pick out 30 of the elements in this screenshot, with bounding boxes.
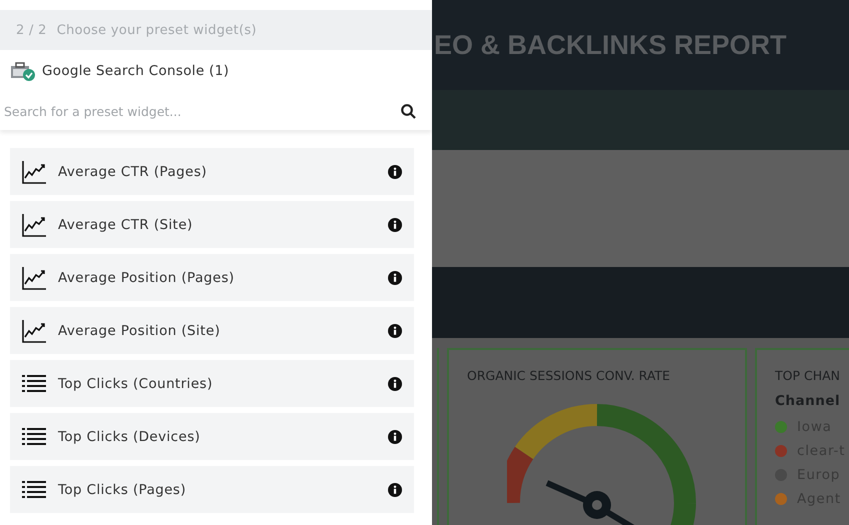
info-icon[interactable] xyxy=(388,482,402,496)
widget-item[interactable]: Average Position (Pages) xyxy=(10,254,414,301)
line-chart-icon xyxy=(22,318,46,342)
widget-item[interactable]: Average CTR (Pages) xyxy=(10,148,414,195)
search-icon[interactable] xyxy=(401,104,416,118)
legend-title: Channel xyxy=(775,393,842,409)
widget-item[interactable]: Top Clicks (Devices) xyxy=(10,413,414,460)
source-name: Google Search Console (1) xyxy=(42,63,230,79)
step-counter: 2 / 2 xyxy=(16,22,47,38)
line-chart-icon xyxy=(22,266,46,290)
toolbox-check-icon xyxy=(10,61,36,81)
card-title: ORGANIC SESSIONS CONV. RATE xyxy=(467,368,672,383)
list-icon xyxy=(22,375,46,392)
line-chart-icon xyxy=(22,212,46,236)
info-icon[interactable] xyxy=(388,324,402,338)
card-title: TOP CHAN xyxy=(775,368,842,383)
info-icon[interactable] xyxy=(388,376,402,390)
line-chart-icon xyxy=(22,160,46,184)
step-title: Choose your preset widget(s) xyxy=(56,22,257,38)
widget-item[interactable]: Average CTR (Site) xyxy=(10,201,414,248)
report-title: EO & BACKLINKS REPORT xyxy=(434,30,787,60)
list-icon xyxy=(22,481,46,498)
info-icon[interactable] xyxy=(388,218,402,232)
info-icon[interactable] xyxy=(388,164,402,178)
info-icon[interactable] xyxy=(388,270,402,284)
list-icon xyxy=(22,428,46,445)
widget-item[interactable]: Top Clicks (Countries) xyxy=(10,360,414,407)
widget-item[interactable]: Top Clicks (Pages) xyxy=(10,466,414,513)
info-icon[interactable] xyxy=(388,430,402,444)
widget-item[interactable]: Average Position (Site) xyxy=(10,307,414,354)
